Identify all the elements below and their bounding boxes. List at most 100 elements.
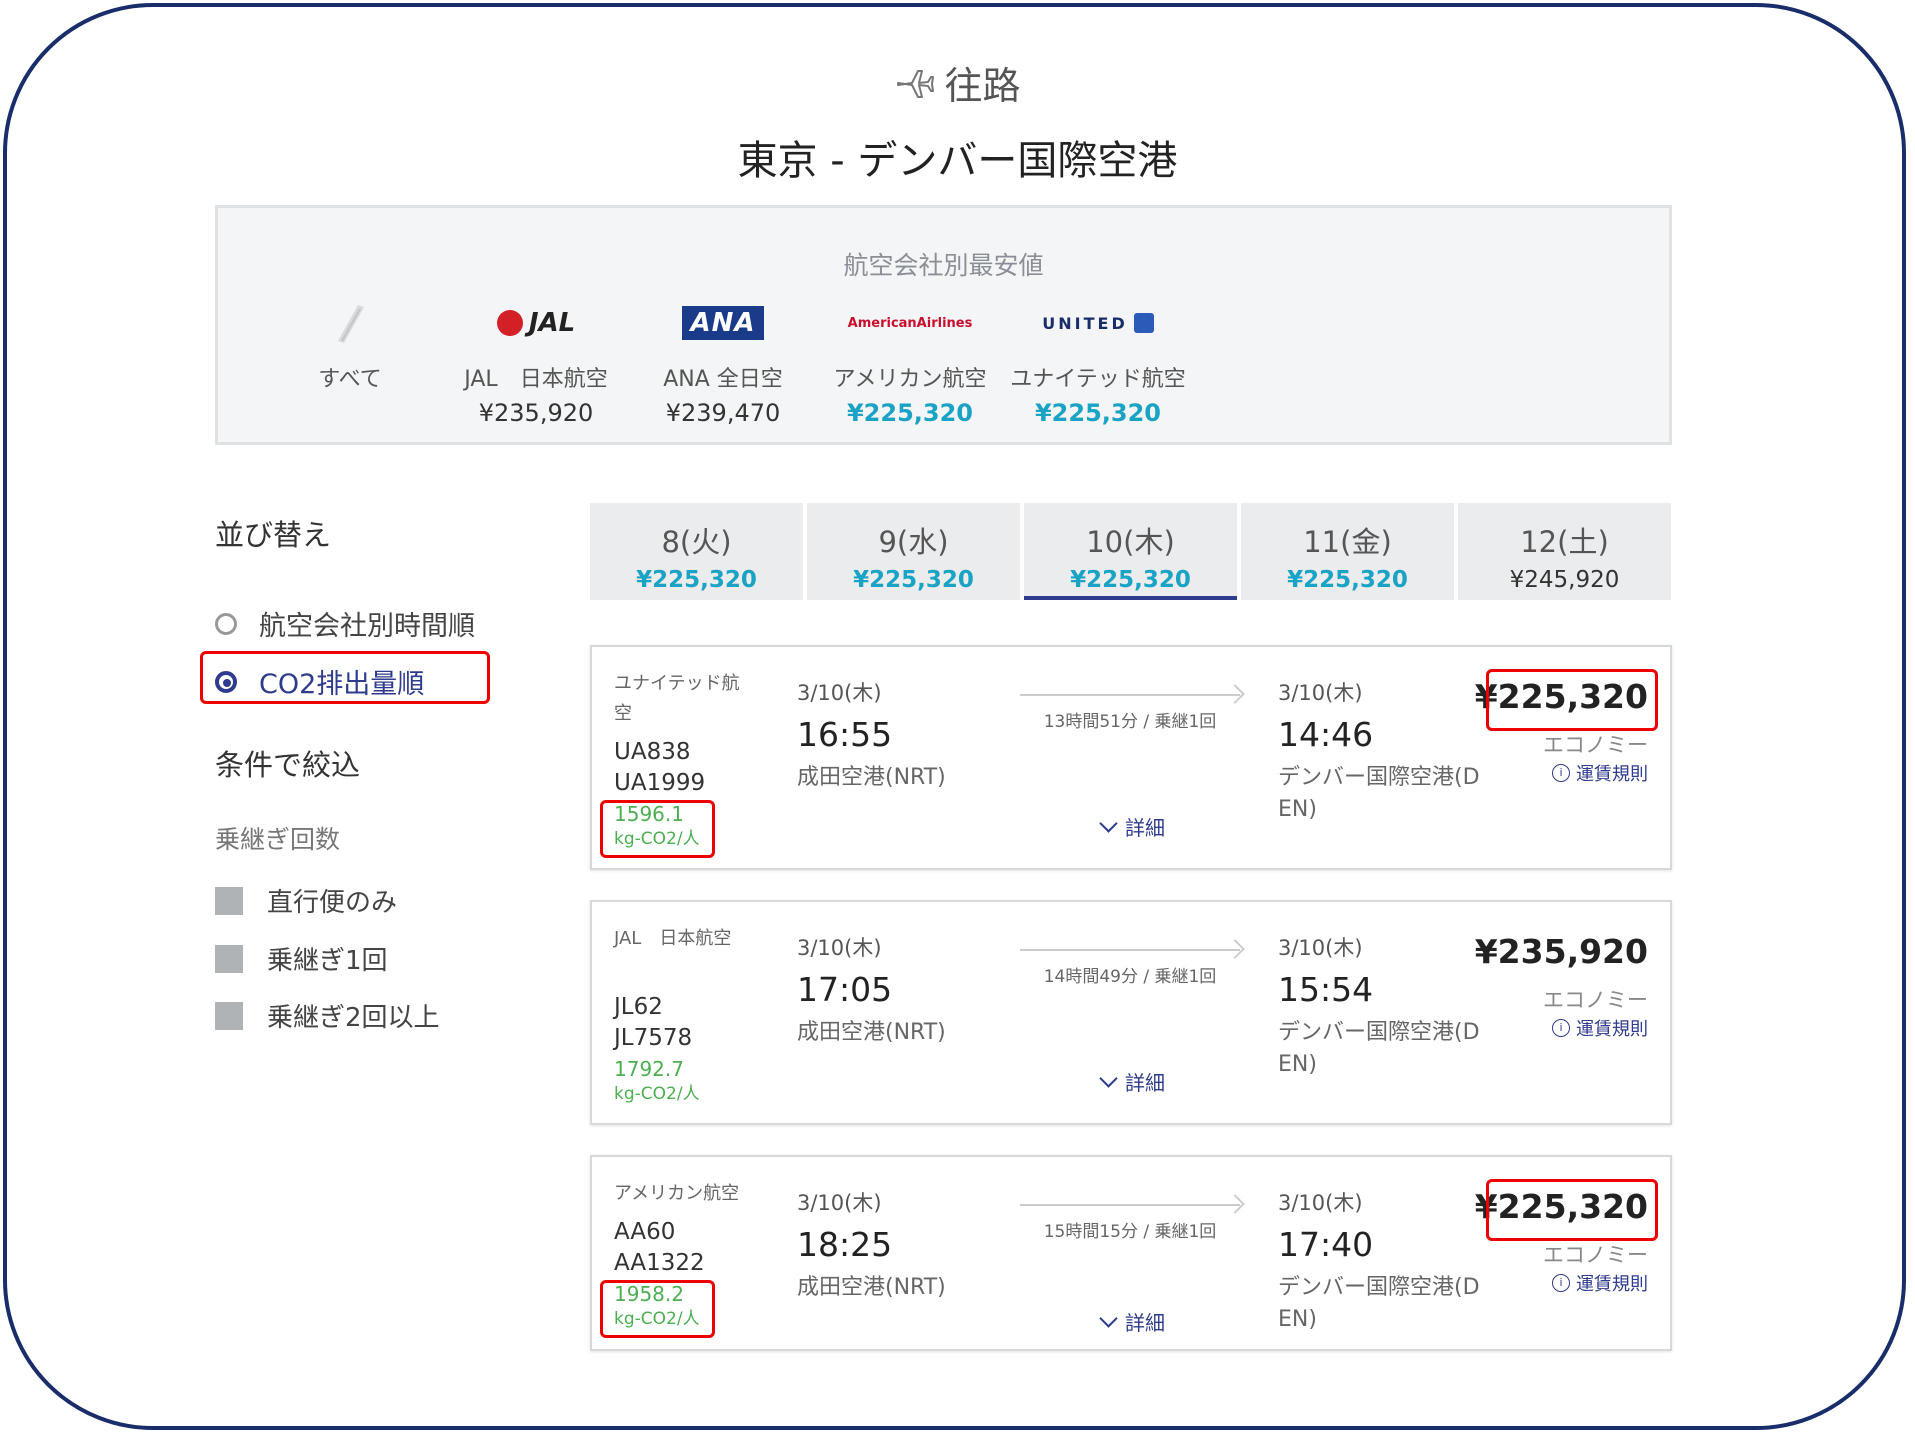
departure-date: 3/10(木) [797,681,882,705]
co2-emission: 1792.7 kg-CO2/人 [614,1057,700,1104]
duration: 14時間49分 / 乗継1回 [1043,967,1217,987]
detail-link[interactable]: 詳細 [1099,1307,1165,1336]
flight-number: AA1322 [614,1250,705,1276]
date-tab-selected[interactable]: 10(木) ¥225,320 [1024,503,1237,600]
date-tab[interactable]: 11(金) ¥225,320 [1241,503,1454,600]
departure-time: 18:25 [797,1225,893,1264]
chevron-down-icon [1099,1069,1118,1088]
airline-price: ¥235,920 [478,399,594,427]
radio-label: CO2排出量順 [259,669,425,700]
checkbox[interactable] [215,944,243,973]
sort-title: 並び替え [215,518,332,552]
filter-option-nonstop[interactable]: 直行便のみ [215,882,397,919]
radio-button[interactable] [215,612,237,635]
tab-day: 10(木) [1086,525,1175,559]
flight-card[interactable]: JAL 日本航空 JL62 JL7578 1792.7 kg-CO2/人 3/1… [590,900,1672,1125]
all-airlines-icon [250,303,450,343]
filter-option-one-stop[interactable]: 乗継ぎ1回 [215,940,388,977]
departure-date: 3/10(木) [797,1191,882,1215]
airline-price: ¥239,470 [665,399,781,427]
route-arrow-icon [1020,949,1240,951]
radio-button-checked[interactable] [215,670,237,693]
radio-label: 航空会社別時間順 [259,611,475,642]
arrival-time: 15:54 [1278,970,1374,1009]
cabin-class: エコノミー [1543,1243,1648,1267]
filter-subtitle: 乗継ぎ回数 [215,825,341,854]
airline-name: アメリカン航空 [833,367,987,392]
highlight-box [1486,669,1658,731]
departure-date: 3/10(木) [797,936,882,960]
departure: 3/10(木) 16:55 成田空港(NRT) [797,677,1007,794]
chevron-down-icon [1099,1309,1118,1328]
cabin-class: エコノミー [1543,733,1648,757]
arrival-date: 3/10(木) [1278,681,1363,705]
flight-number: UA838 [614,739,691,765]
jal-logo: JAL [436,303,636,343]
date-tab[interactable]: 12(土) ¥245,920 [1458,503,1671,600]
airline-name: すべて [318,367,382,392]
flight-card[interactable]: ユナイテッド航空 UA838 UA1999 1596.1 kg-CO2/人 3/… [590,645,1672,870]
airplane-icon [897,69,935,98]
ana-logo: ANA [623,303,823,343]
co2-value: 1792.7 [614,1057,684,1081]
airline-filter-ana[interactable]: ANA ANA 全日空 ¥239,470 [623,303,823,427]
checkbox[interactable] [215,1001,243,1030]
detail-link[interactable]: 詳細 [1099,812,1165,841]
sort-option-co2[interactable]: CO2排出量順 [215,662,424,701]
fare-rules-link[interactable]: i 運賃規則 [1552,760,1648,786]
tab-day: 8(火) [661,525,732,559]
flight-number: AA60 [614,1219,676,1245]
flight-numbers: UA838 UA1999 [614,737,705,799]
airline-name: ANA 全日空 [663,367,783,392]
departure-time: 17:05 [797,970,893,1009]
tab-day: 11(金) [1303,525,1392,559]
checkbox-label: 直行便のみ [267,888,398,918]
airline-name: JAL 日本航空 [464,367,608,392]
fare-rules-link[interactable]: i 運賃規則 [1552,1015,1648,1041]
duration: 13時間51分 / 乗継1回 [1043,712,1217,732]
airline-price: ¥225,320 [846,399,973,427]
date-tab[interactable]: 9(水) ¥225,320 [807,503,1020,600]
detail-label: 詳細 [1125,1071,1165,1095]
airline-name: ユナイテッド航空 [1010,367,1186,392]
route-title: 東京 - デンバー国際空港 [737,138,1178,184]
airline-filter-all[interactable]: すべて [250,303,450,393]
arrival: 3/10(木) 17:40 デンバー国際空港(DEN) [1278,1187,1488,1336]
checkbox-label: 乗継ぎ2回以上 [267,1003,440,1033]
airline-filter-american[interactable]: AmericanAirlines アメリカン航空 ¥225,320 [810,303,1010,428]
page-header: 往路 東京 - デンバー国際空港 [0,55,1915,186]
united-logo: UNITED [998,303,1198,343]
airline-filter-united[interactable]: UNITED ユナイテッド航空 ¥225,320 [998,303,1198,427]
airline-filter-jal[interactable]: JAL JAL 日本航空 ¥235,920 [436,303,636,427]
highlight-box [1486,1179,1658,1241]
arrival: 3/10(木) 14:46 デンバー国際空港(DEN) [1278,677,1488,826]
date-tab[interactable]: 8(火) ¥225,320 [590,503,803,600]
fare-rules-label: 運賃規則 [1576,764,1648,785]
card-airline: JAL 日本航空 [614,928,732,949]
arrival-airport: デンバー国際空港(DEN) [1278,1275,1480,1332]
departure-time: 16:55 [797,715,893,754]
flight-number: JL62 [614,994,663,1020]
arrival-time: 17:40 [1278,1225,1374,1264]
highlight-box [600,800,715,858]
departure-airport: 成田空港(NRT) [797,765,946,790]
route-arrow-icon [1020,694,1240,696]
filter-option-two-plus-stops[interactable]: 乗継ぎ2回以上 [215,997,440,1034]
flight-card[interactable]: アメリカン航空 AA60 AA1322 1958.2 kg-CO2/人 3/10… [590,1155,1672,1351]
flight-numbers: JL62 JL7578 [614,992,692,1054]
checkbox-label: 乗継ぎ1回 [267,946,388,976]
tab-price: ¥225,320 [1287,567,1408,593]
fare-rules-link[interactable]: i 運賃規則 [1552,1270,1648,1296]
tab-day: 12(土) [1520,525,1609,559]
checkbox[interactable] [215,886,243,915]
detail-link[interactable]: 詳細 [1099,1067,1165,1096]
sort-option-airline-time[interactable]: 航空会社別時間順 [215,604,475,643]
tab-price: ¥245,920 [1509,567,1620,593]
arrival-airport: デンバー国際空港(DEN) [1278,765,1480,822]
american-airlines-logo: AmericanAirlines [847,315,973,331]
fare-rules-label: 運賃規則 [1576,1019,1648,1040]
chevron-down-icon [1099,814,1118,833]
info-icon: i [1552,1019,1570,1037]
cabin-class: エコノミー [1543,988,1648,1012]
card-airline: アメリカン航空 [614,1183,740,1204]
